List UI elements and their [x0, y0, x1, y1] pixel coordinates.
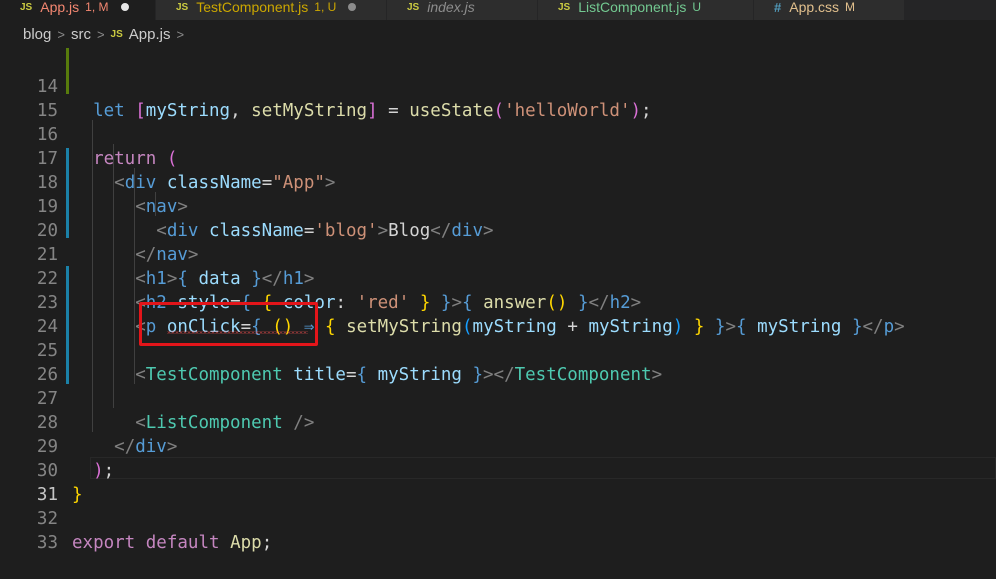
- tab-index-js[interactable]: JS index.js: [387, 0, 538, 20]
- tab-label: App.js: [40, 0, 80, 15]
- tab-label: ListComponent.js: [578, 0, 687, 15]
- breadcrumb-file-app-js[interactable]: App.js: [129, 26, 171, 43]
- chevron-right-icon: >: [176, 26, 185, 42]
- js-icon: JS: [407, 1, 420, 13]
- tab-testcomponent-js[interactable]: JS TestComponent.js 1, U: [156, 0, 387, 20]
- chevron-right-icon: >: [57, 26, 65, 42]
- code-text: export default App;: [72, 533, 273, 553]
- tab-listcomponent-js[interactable]: JS ListComponent.js U: [538, 0, 754, 20]
- code-editor[interactable]: 14 let [myString, setMyString] = useStat…: [0, 48, 996, 553]
- code-line: 14 let [myString, setMyString] = useStat…: [0, 51, 996, 121]
- code-line: 19 <div className='blog'>Blog</div>: [0, 171, 996, 241]
- code-line: 16 return (: [0, 99, 996, 169]
- code-line: 23 <p onClick={ () ⇒ { setMyString(myStr…: [0, 267, 996, 337]
- chevron-right-icon: >: [96, 26, 105, 42]
- code-line: 33: [0, 507, 996, 553]
- code-line: 15: [0, 75, 996, 121]
- breadcrumb-folder-blog[interactable]: blog: [23, 26, 51, 43]
- js-icon: JS: [176, 1, 189, 13]
- tab-label: index.js: [427, 0, 475, 15]
- code-line: 29 );: [0, 411, 996, 481]
- tab-badge: U: [692, 0, 702, 14]
- tab-badge: 1, M: [85, 0, 109, 14]
- js-icon: JS: [20, 1, 33, 13]
- tab-app-js[interactable]: JS App.js 1, M: [0, 0, 156, 20]
- code-line: 22 <h2 style={ { color: 'red' } }>{ answ…: [0, 243, 996, 313]
- breadcrumb-folder-src[interactable]: src: [71, 26, 91, 43]
- js-icon: JS: [110, 28, 123, 40]
- code-line: 17 <div className="App">: [0, 123, 996, 193]
- keyword: default: [145, 533, 220, 553]
- tab-label: App.css: [789, 0, 840, 15]
- code-line: 28 </div>: [0, 387, 996, 457]
- code-line: 18 <nav>: [0, 147, 996, 217]
- code-line: 32 export default App;: [0, 483, 996, 553]
- unsaved-dot-icon[interactable]: [348, 3, 357, 11]
- identifier: App: [230, 533, 262, 553]
- tab-label: TestComponent.js: [196, 0, 309, 15]
- code-line: 27 <ListComponent />: [0, 363, 996, 433]
- line-number: 33: [36, 533, 58, 553]
- unsaved-dot-icon[interactable]: [120, 3, 129, 11]
- keyword: export: [72, 533, 136, 553]
- tab-badge: 1, U: [314, 0, 337, 14]
- code-line: 30 }: [0, 435, 996, 505]
- code-line: 21 <h1>{ data }</h1>: [0, 219, 996, 289]
- js-icon: JS: [558, 1, 571, 13]
- css-hash-icon: #: [774, 0, 782, 15]
- annotation-highlight-box: [139, 302, 318, 346]
- breadcrumb: blog > src > JS App.js >: [0, 20, 996, 48]
- code-line: 31: [0, 459, 996, 505]
- tab-app-css[interactable]: # App.css M: [754, 0, 905, 20]
- tab-badge: M: [845, 0, 856, 14]
- editor-tab-bar: JS App.js 1, M JS TestComponent.js 1, U …: [0, 0, 996, 20]
- code-line: 20 </nav>: [0, 195, 996, 265]
